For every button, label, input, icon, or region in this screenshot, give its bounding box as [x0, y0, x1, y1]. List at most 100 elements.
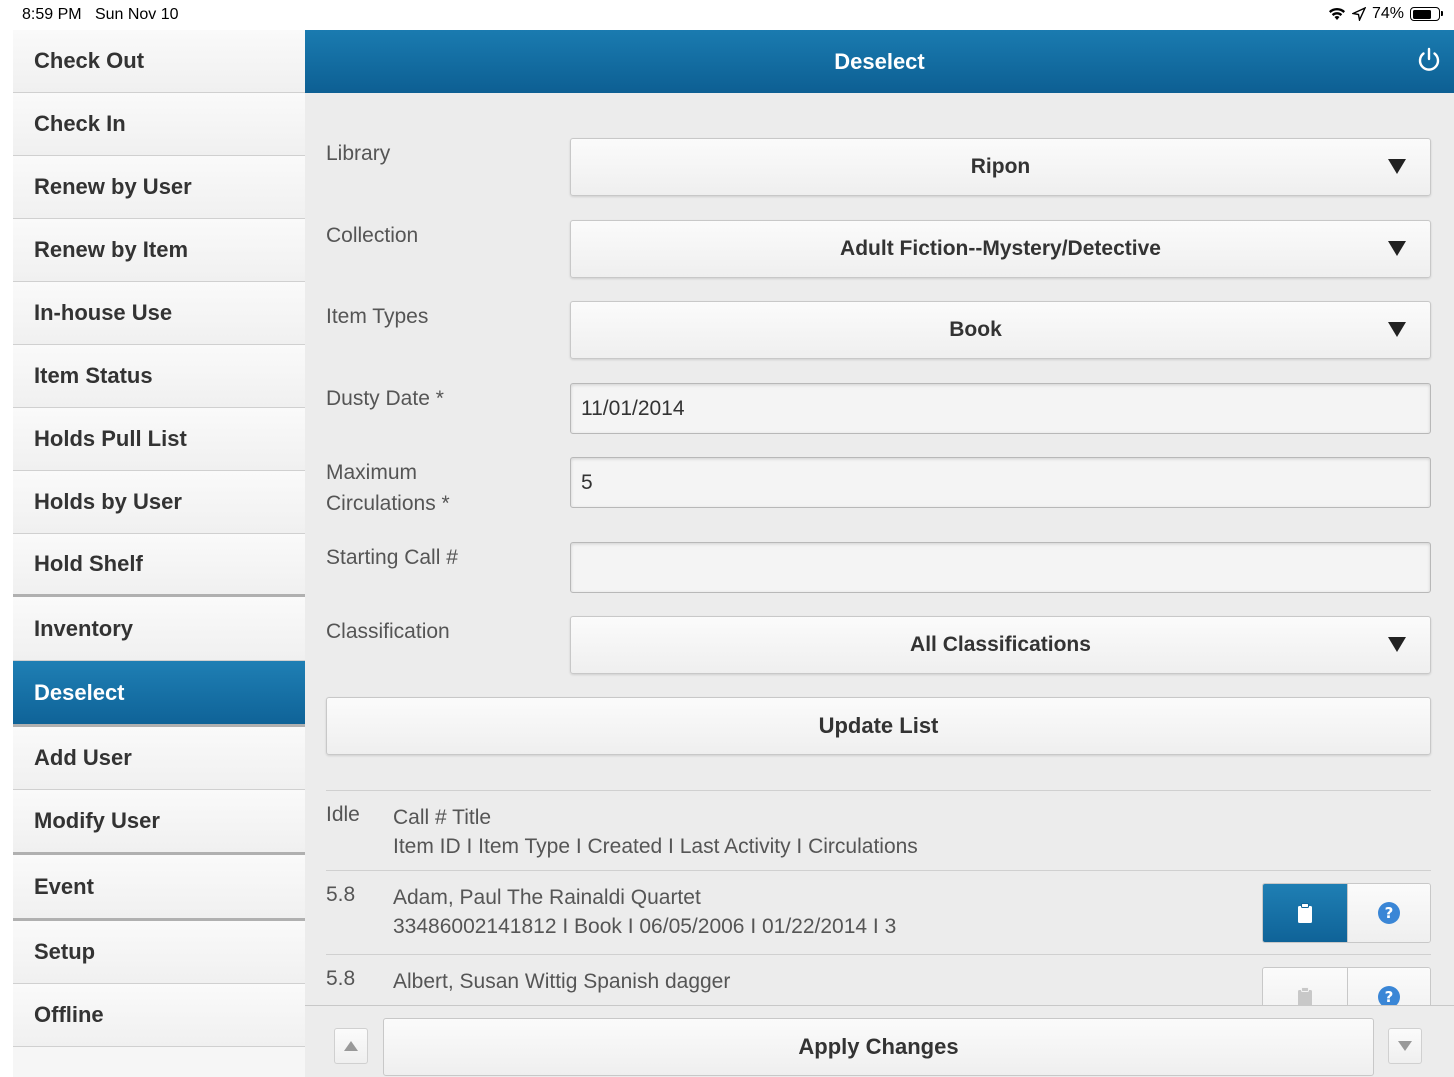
help-button[interactable]: ?	[1346, 968, 1430, 1005]
svg-text:?: ?	[1384, 904, 1393, 922]
help-button[interactable]: ?	[1346, 884, 1430, 942]
sidebar-item-label: Check In	[34, 111, 126, 136]
item-types-select-value: Book	[949, 318, 1002, 341]
caret-down-icon	[1388, 241, 1406, 256]
sidebar-item-label: Setup	[34, 939, 96, 964]
sidebar-item-label: Item Status	[34, 363, 153, 388]
max-circulations-label-line1: Maximum	[326, 461, 418, 484]
list-item-actions: ?	[1262, 967, 1431, 1005]
sidebar-item-event[interactable]: Event	[13, 855, 305, 921]
sidebar-item-label: Modify User	[34, 808, 160, 833]
item-types-label: Item Types	[326, 305, 429, 328]
sidebar-item-label: In-house Use	[34, 300, 173, 325]
list-item[interactable]: 5.8 Adam, Paul The Rainaldi Quartet 3348…	[326, 871, 1431, 955]
library-select[interactable]: Ripon	[570, 138, 1431, 196]
sidebar-item-label: Holds by User	[34, 489, 182, 514]
update-list-button[interactable]: Update List	[326, 697, 1431, 755]
dusty-date-value: 11/01/2014	[581, 396, 685, 420]
footer-bar: Apply Changes	[305, 1005, 1454, 1077]
battery-icon	[1410, 7, 1443, 21]
sidebar-item-label: Event	[34, 873, 94, 899]
max-circulations-label: Maximum Circulations *	[326, 457, 450, 519]
sidebar-item-hold-shelf[interactable]: Hold Shelf	[13, 534, 305, 597]
sidebar-item-add-user[interactable]: Add User	[13, 727, 305, 790]
sidebar-item-check-in[interactable]: Check In	[13, 93, 305, 156]
battery-percent: 74%	[1371, 5, 1404, 22]
sidebar-item-in-house-use[interactable]: In-house Use	[13, 282, 305, 345]
page-header: Deselect	[305, 30, 1454, 93]
sidebar-item-deselect[interactable]: Deselect	[13, 661, 305, 727]
item-types-select[interactable]: Book	[570, 301, 1431, 359]
triangle-up-icon	[344, 1041, 358, 1051]
apply-changes-button[interactable]: Apply Changes	[383, 1018, 1374, 1076]
sidebar-item-offline[interactable]: Offline	[13, 984, 305, 1047]
caret-down-icon	[1388, 637, 1406, 652]
sidebar-item-holds-pull-list[interactable]: Holds Pull List	[13, 408, 305, 471]
triangle-down-icon	[1398, 1041, 1412, 1051]
sidebar-item-label: Renew by User	[34, 174, 192, 199]
dusty-date-input[interactable]: 11/01/2014	[570, 383, 1431, 434]
sidebar-item-renew-by-item[interactable]: Renew by Item	[13, 219, 305, 282]
dusty-date-label: Dusty Date *	[326, 387, 444, 410]
starting-call-input[interactable]	[570, 542, 1431, 593]
sidebar-item-label: Hold Shelf	[34, 551, 143, 576]
sidebar-item-label: Renew by Item	[34, 237, 189, 262]
list-item-details: Adam, Paul The Rainaldi Quartet 33486002…	[393, 883, 896, 941]
sidebar-item-check-out[interactable]: Check Out	[13, 30, 305, 93]
starting-call-label: Starting Call #	[326, 546, 458, 569]
list-header: Idle Call # Title Item ID I Item Type I …	[326, 790, 1431, 871]
status-time: 8:59 PM Sun Nov 10	[22, 6, 179, 23]
sidebar-item-inventory[interactable]: Inventory	[13, 597, 305, 661]
sidebar-item-label: Deselect	[34, 679, 125, 705]
sidebar: Check Out Check In Renew by User Renew b…	[13, 30, 305, 1077]
location-icon	[1351, 7, 1366, 21]
clipboard-button[interactable]	[1263, 968, 1347, 1005]
power-icon[interactable]	[1414, 45, 1444, 75]
clipboard-button[interactable]	[1263, 884, 1347, 942]
collection-select[interactable]: Adult Fiction--Mystery/Detective	[570, 220, 1431, 278]
list-header-line1: Call # Title	[393, 806, 492, 829]
list-item-meta: 33486002141812 I Book I 06/05/2006 I 01/…	[393, 915, 897, 938]
list-item[interactable]: 5.8 Albert, Susan Wittig Spanish dagger …	[326, 955, 1431, 1005]
svg-text:?: ?	[1384, 988, 1393, 1005]
status-indicators: 74%	[1328, 5, 1443, 23]
list-item-title: Albert, Susan Wittig Spanish dagger	[393, 970, 731, 993]
collection-label: Collection	[326, 224, 419, 247]
collection-select-value: Adult Fiction--Mystery/Detective	[840, 237, 1161, 260]
max-circulations-value: 5	[581, 470, 593, 494]
list-item-details: Albert, Susan Wittig Spanish dagger	[393, 967, 730, 996]
list-header-idle: Idle	[326, 803, 360, 826]
clipboard-icon	[1297, 987, 1312, 1005]
wifi-icon	[1328, 7, 1345, 20]
sidebar-item-label: Holds Pull List	[34, 426, 187, 451]
status-bar: 8:59 PM Sun Nov 10 74%	[0, 0, 1454, 29]
caret-down-icon	[1388, 322, 1406, 337]
help-icon: ?	[1377, 986, 1400, 1005]
library-select-value: Ripon	[970, 155, 1031, 178]
classification-select[interactable]: All Classifications	[570, 616, 1431, 674]
classification-label: Classification	[326, 620, 450, 643]
sidebar-item-holds-by-user[interactable]: Holds by User	[13, 471, 305, 534]
sidebar-item-label: Inventory	[34, 615, 134, 641]
scroll-up-button[interactable]	[334, 1028, 368, 1064]
sidebar-item-item-status[interactable]: Item Status	[13, 345, 305, 408]
max-circulations-input[interactable]: 5	[570, 457, 1431, 508]
sidebar-item-renew-by-user[interactable]: Renew by User	[13, 156, 305, 219]
list-header-line2: Item ID I Item Type I Created I Last Act…	[393, 835, 918, 858]
sidebar-item-modify-user[interactable]: Modify User	[13, 790, 305, 855]
list-item-actions: ?	[1262, 883, 1431, 943]
max-circulations-label-line2: Circulations *	[326, 492, 450, 515]
sidebar-item-label: Offline	[34, 1002, 104, 1027]
sidebar-item-label: Check Out	[34, 48, 145, 73]
sidebar-item-label: Add User	[34, 745, 132, 770]
clipboard-icon	[1297, 903, 1312, 923]
list-item-title: Adam, Paul The Rainaldi Quartet	[393, 886, 701, 909]
scroll-down-button[interactable]	[1388, 1028, 1422, 1064]
caret-down-icon	[1388, 159, 1406, 174]
library-label: Library	[326, 142, 391, 165]
list-item-idle: 5.8	[326, 967, 356, 990]
list-item-idle: 5.8	[326, 883, 356, 906]
main-panel: Library Ripon Collection Adult Fiction--…	[305, 93, 1454, 1005]
page-title: Deselect	[834, 48, 925, 74]
sidebar-item-setup[interactable]: Setup	[13, 921, 305, 984]
